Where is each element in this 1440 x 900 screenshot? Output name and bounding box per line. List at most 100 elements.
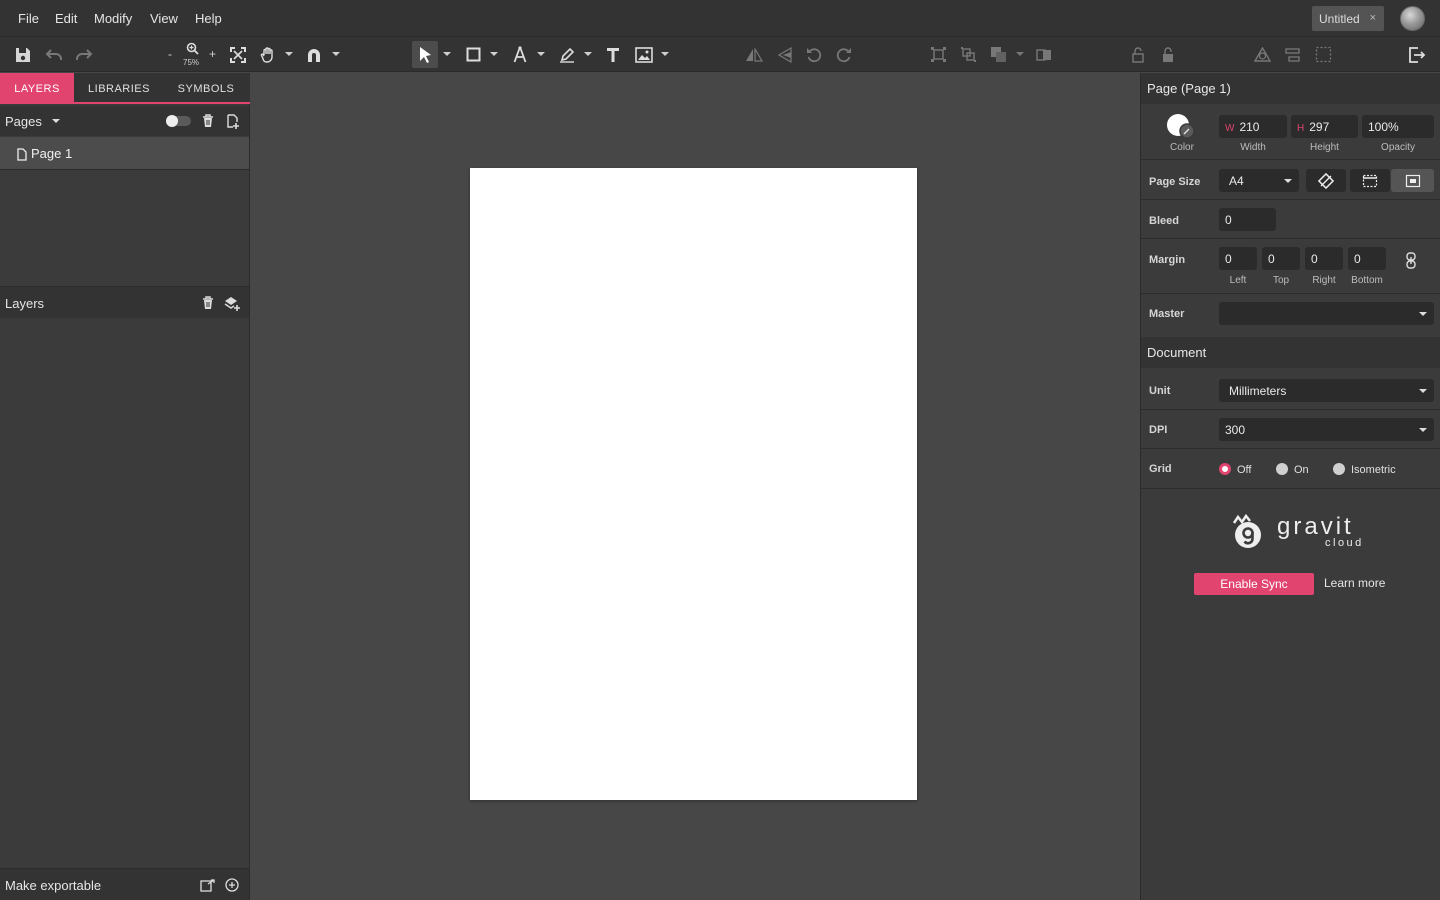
- chevron-down-icon[interactable]: [285, 52, 293, 56]
- grid-isometric-radio[interactable]: [1333, 463, 1345, 475]
- chevron-down-icon[interactable]: [1016, 52, 1024, 56]
- margin-left-field[interactable]: 0: [1219, 247, 1257, 270]
- chevron-down-icon[interactable]: [490, 52, 498, 56]
- zoom-out-button[interactable]: -: [168, 47, 172, 61]
- bleed-field[interactable]: 0: [1219, 208, 1276, 231]
- zoom-icon[interactable]: [183, 37, 201, 59]
- learn-more-link[interactable]: Learn more: [1324, 576, 1385, 590]
- document-tab-title: Untitled: [1319, 12, 1360, 26]
- chevron-down-icon[interactable]: [52, 119, 60, 123]
- lock-icon[interactable]: [1128, 37, 1148, 72]
- page-content-button[interactable]: [1391, 169, 1434, 192]
- make-exportable-bar: Make exportable: [0, 868, 249, 900]
- pages-toggle[interactable]: [166, 115, 191, 127]
- chevron-down-icon: [1419, 312, 1427, 316]
- save-icon[interactable]: [12, 37, 34, 72]
- gravit-brand-sub: cloud: [1325, 537, 1364, 549]
- chevron-down-icon[interactable]: [584, 52, 592, 56]
- pointer-icon[interactable]: [415, 37, 435, 72]
- flip-vertical-icon[interactable]: [775, 37, 795, 72]
- gravit-logo-icon: [1229, 513, 1267, 551]
- pages-label[interactable]: Pages: [5, 114, 42, 129]
- make-exportable-label[interactable]: Make exportable: [5, 878, 101, 893]
- divider: [1141, 488, 1440, 489]
- artboard-icon[interactable]: [1313, 37, 1333, 72]
- align-icon[interactable]: [1282, 37, 1302, 72]
- dpi-select[interactable]: 300: [1219, 418, 1434, 441]
- orientation-button[interactable]: [1306, 169, 1346, 192]
- grid-off-label[interactable]: Off: [1237, 464, 1251, 476]
- tab-layers[interactable]: LAYERS: [0, 73, 74, 104]
- enable-sync-button[interactable]: Enable Sync: [1194, 573, 1314, 595]
- zoom-in-button[interactable]: +: [209, 47, 216, 61]
- rectangle-icon[interactable]: [463, 37, 483, 72]
- zoom-level[interactable]: 75%: [183, 58, 199, 67]
- pen-icon[interactable]: [510, 37, 530, 72]
- menu-edit[interactable]: Edit: [55, 11, 77, 26]
- width-field[interactable]: W 210: [1219, 115, 1287, 138]
- magnet-icon[interactable]: [304, 37, 324, 72]
- unlock-icon[interactable]: [1158, 37, 1178, 72]
- divider: [1141, 448, 1440, 449]
- margin-bottom-label: Bottom: [1351, 275, 1383, 286]
- rotate-left-icon[interactable]: [804, 37, 824, 72]
- group-icon[interactable]: [928, 37, 948, 72]
- page-size-label: Page Size: [1149, 176, 1201, 188]
- grid-on-label[interactable]: On: [1294, 464, 1309, 476]
- page-size-select[interactable]: A4: [1219, 169, 1299, 192]
- rotate-right-icon[interactable]: [834, 37, 854, 72]
- menu-help[interactable]: Help: [195, 11, 222, 26]
- link-margins-icon[interactable]: [1402, 251, 1420, 269]
- undo-icon[interactable]: [43, 37, 65, 72]
- tab-symbols[interactable]: SYMBOLS: [164, 73, 248, 104]
- ungroup-icon[interactable]: [958, 37, 978, 72]
- text-icon[interactable]: [603, 37, 623, 72]
- path-icon[interactable]: [1252, 37, 1272, 72]
- boolean-icon[interactable]: [1034, 37, 1054, 72]
- add-icon[interactable]: [224, 877, 240, 893]
- menu-bar: File Edit Modify View Help Untitled ×: [0, 0, 1440, 37]
- menu-modify[interactable]: Modify: [94, 11, 132, 26]
- menu-file[interactable]: File: [18, 11, 39, 26]
- document-tab[interactable]: Untitled ×: [1312, 6, 1384, 31]
- height-field[interactable]: H 297: [1291, 115, 1358, 138]
- pencil-icon[interactable]: [557, 37, 577, 72]
- grid-off-radio[interactable]: [1219, 463, 1231, 475]
- document-title: Document: [1147, 345, 1207, 360]
- list-item[interactable]: Page 1: [0, 137, 249, 170]
- close-icon[interactable]: ×: [1370, 12, 1376, 24]
- add-layer-icon[interactable]: [223, 295, 241, 311]
- hand-icon[interactable]: [257, 37, 279, 72]
- chevron-down-icon[interactable]: [332, 52, 340, 56]
- page-canvas[interactable]: [470, 168, 917, 800]
- export-icon[interactable]: [1406, 37, 1428, 72]
- master-label: Master: [1149, 308, 1185, 320]
- export-slice-icon[interactable]: [199, 877, 216, 893]
- margin-bottom-field[interactable]: 0: [1348, 247, 1386, 270]
- fit-screen-icon[interactable]: [228, 37, 248, 72]
- menu-view[interactable]: View: [150, 11, 178, 26]
- grid-on-radio[interactable]: [1276, 463, 1288, 475]
- grid-isometric-label[interactable]: Isometric: [1351, 464, 1396, 476]
- image-icon[interactable]: [633, 37, 655, 72]
- margin-top-field[interactable]: 0: [1262, 247, 1300, 270]
- chevron-down-icon[interactable]: [443, 52, 451, 56]
- margin-right-label: Right: [1312, 275, 1336, 286]
- page-clip-button[interactable]: [1350, 169, 1390, 192]
- color-swatch[interactable]: [1164, 113, 1196, 141]
- redo-icon[interactable]: [73, 37, 95, 72]
- add-page-icon[interactable]: [225, 113, 241, 129]
- opacity-field[interactable]: 100%: [1362, 115, 1434, 138]
- tab-libraries[interactable]: LIBRARIES: [76, 73, 162, 104]
- arrange-icon[interactable]: [988, 37, 1008, 72]
- width-value: 210: [1239, 120, 1260, 134]
- flip-horizontal-icon[interactable]: [744, 37, 764, 72]
- avatar[interactable]: [1400, 6, 1425, 31]
- master-select[interactable]: [1219, 302, 1434, 325]
- trash-icon[interactable]: [200, 295, 216, 311]
- chevron-down-icon[interactable]: [537, 52, 545, 56]
- chevron-down-icon[interactable]: [661, 52, 669, 56]
- unit-select[interactable]: Millimeters: [1219, 379, 1434, 402]
- margin-right-field[interactable]: 0: [1305, 247, 1343, 270]
- trash-icon[interactable]: [200, 113, 216, 129]
